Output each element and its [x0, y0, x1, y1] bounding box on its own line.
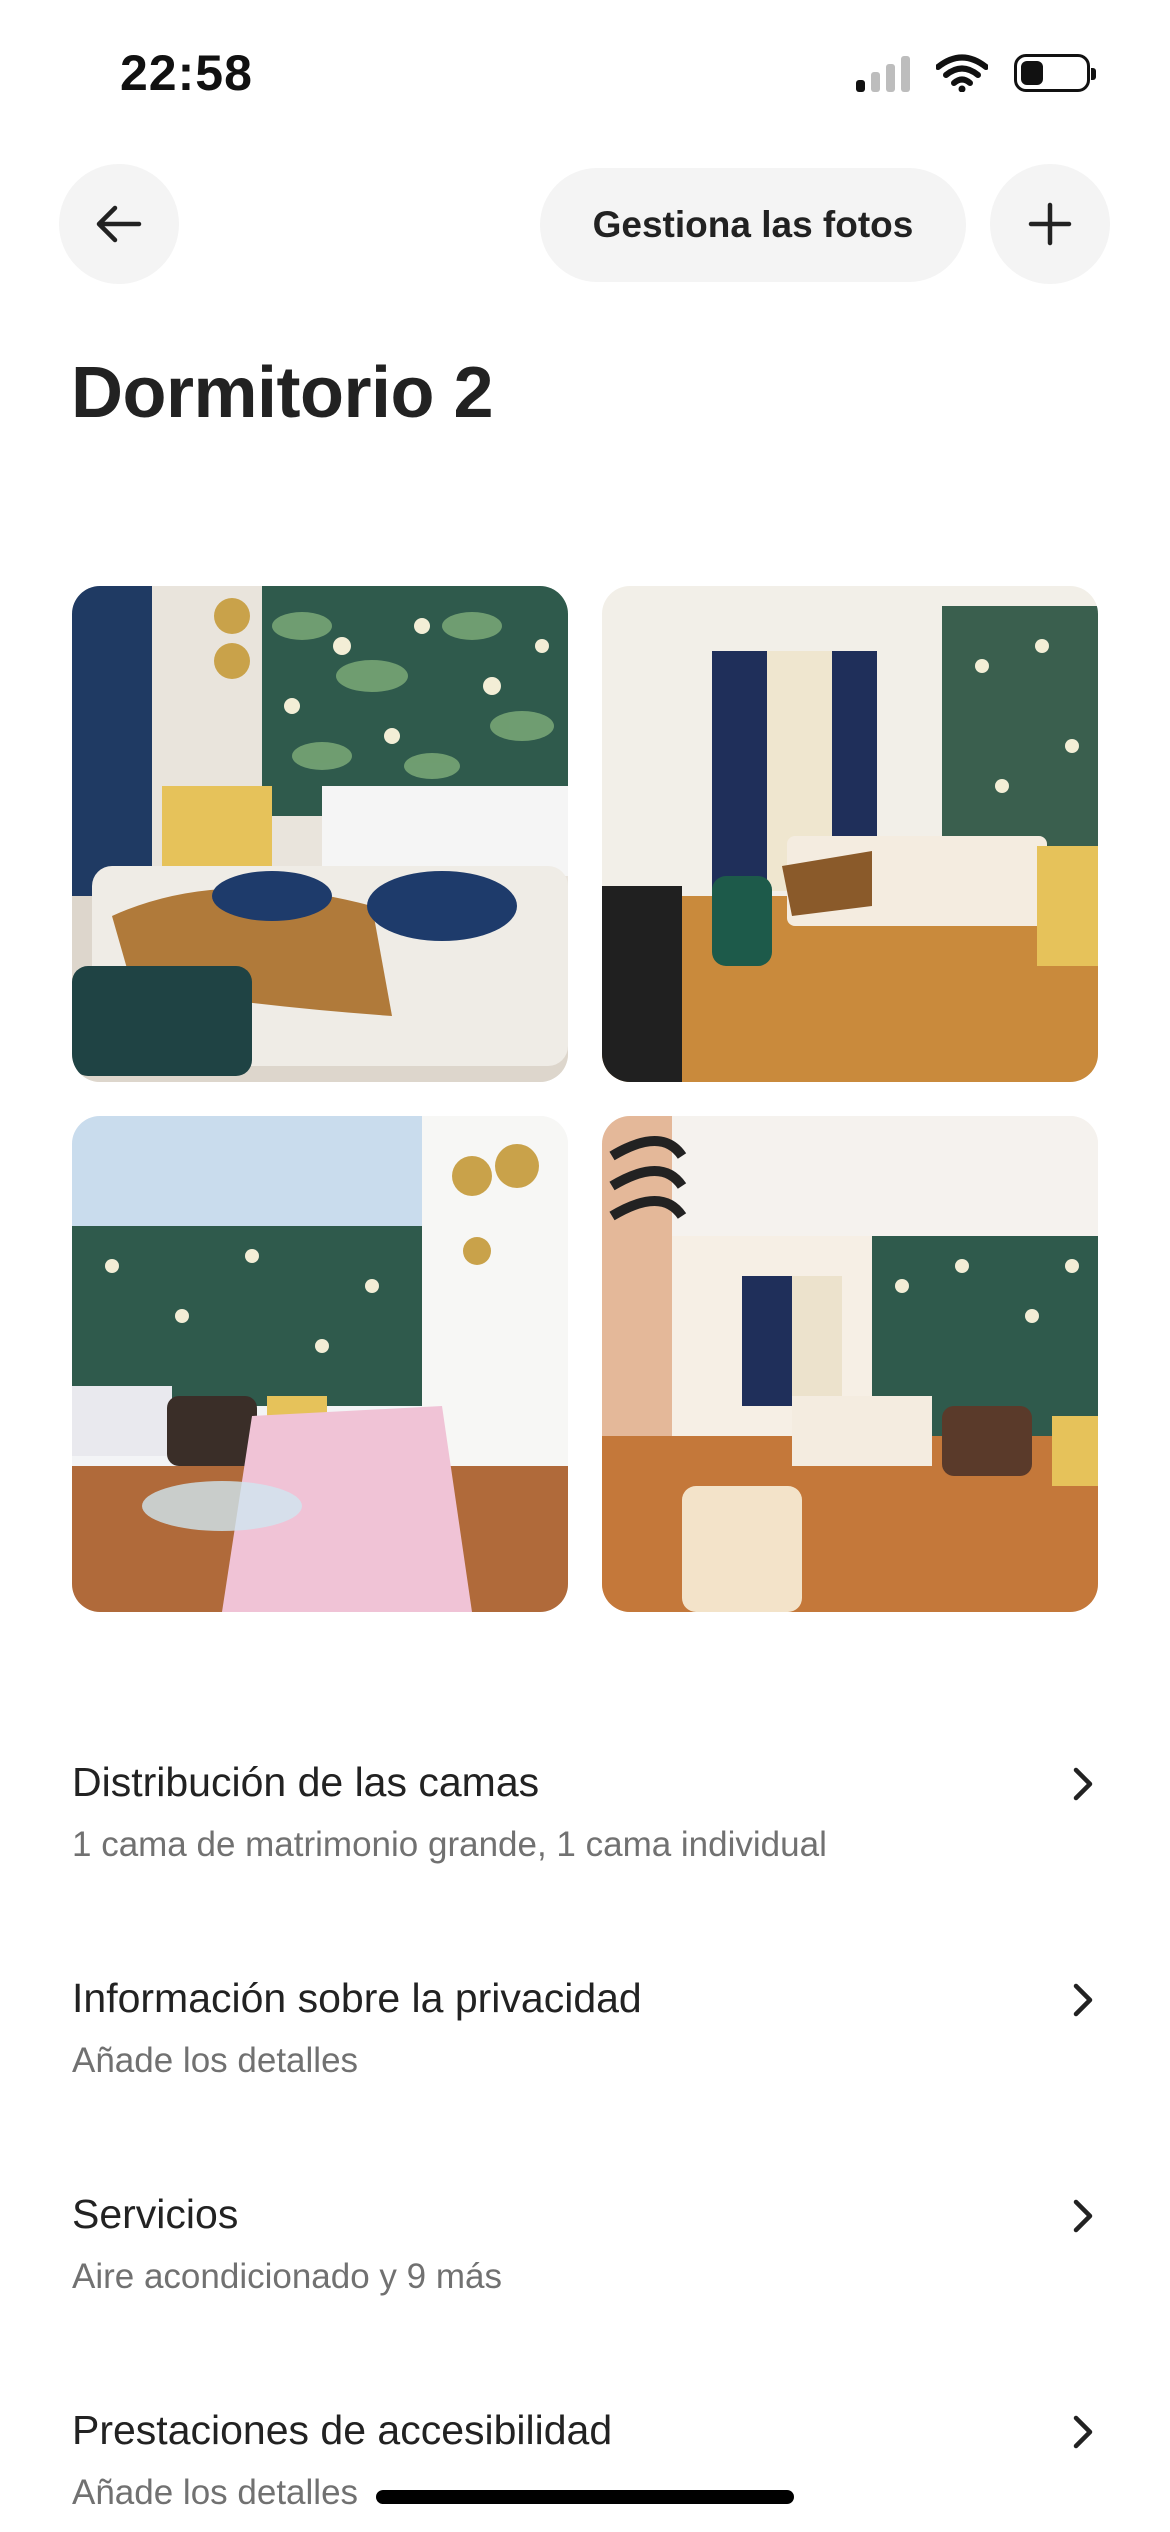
home-indicator[interactable] [376, 2490, 794, 2504]
row-title: Servicios [72, 2191, 239, 2237]
room-photo-1[interactable] [72, 586, 568, 1082]
add-photo-button[interactable] [990, 164, 1110, 284]
chevron-right-icon [1073, 1983, 1093, 2017]
back-button[interactable] [59, 164, 179, 284]
battery-icon [1014, 54, 1096, 92]
chevron-right-icon [1073, 2199, 1093, 2233]
row-subtitle: Añade los detalles [72, 2041, 359, 2080]
row-title: Prestaciones de accesibilidad [72, 2407, 613, 2453]
wifi-icon [936, 54, 988, 92]
chevron-right-icon [1073, 1767, 1093, 1801]
amenities-row[interactable]: Servicios Aire acondicionado y 9 más [72, 2188, 1098, 2300]
plus-icon [1028, 202, 1072, 246]
arrow-left-icon [96, 205, 142, 243]
page-title: Dormitorio 2 [71, 353, 494, 433]
row-subtitle: Aire acondicionado y 9 más [72, 2257, 502, 2296]
manage-photos-button[interactable]: Gestiona las fotos [540, 168, 966, 282]
room-photo-4[interactable] [602, 1116, 1098, 1612]
chevron-right-icon [1073, 2415, 1093, 2449]
row-subtitle: 1 cama de matrimonio grande, 1 cama indi… [72, 1825, 827, 1864]
row-title: Información sobre la privacidad [72, 1975, 642, 2021]
privacy-info-row[interactable]: Información sobre la privacidad Añade lo… [72, 1972, 1098, 2084]
screen: 22:58 Gestiona las fotos Dormitorio 2 Di… [0, 0, 1170, 2532]
room-photo-2[interactable] [602, 586, 1098, 1082]
status-icons [856, 54, 1096, 92]
cellular-signal-icon [856, 54, 910, 92]
room-photo-3[interactable] [72, 1116, 568, 1612]
status-time: 22:58 [120, 45, 253, 101]
row-title: Distribución de las camas [72, 1759, 540, 1805]
bed-layout-row[interactable]: Distribución de las camas 1 cama de matr… [72, 1756, 1098, 1868]
